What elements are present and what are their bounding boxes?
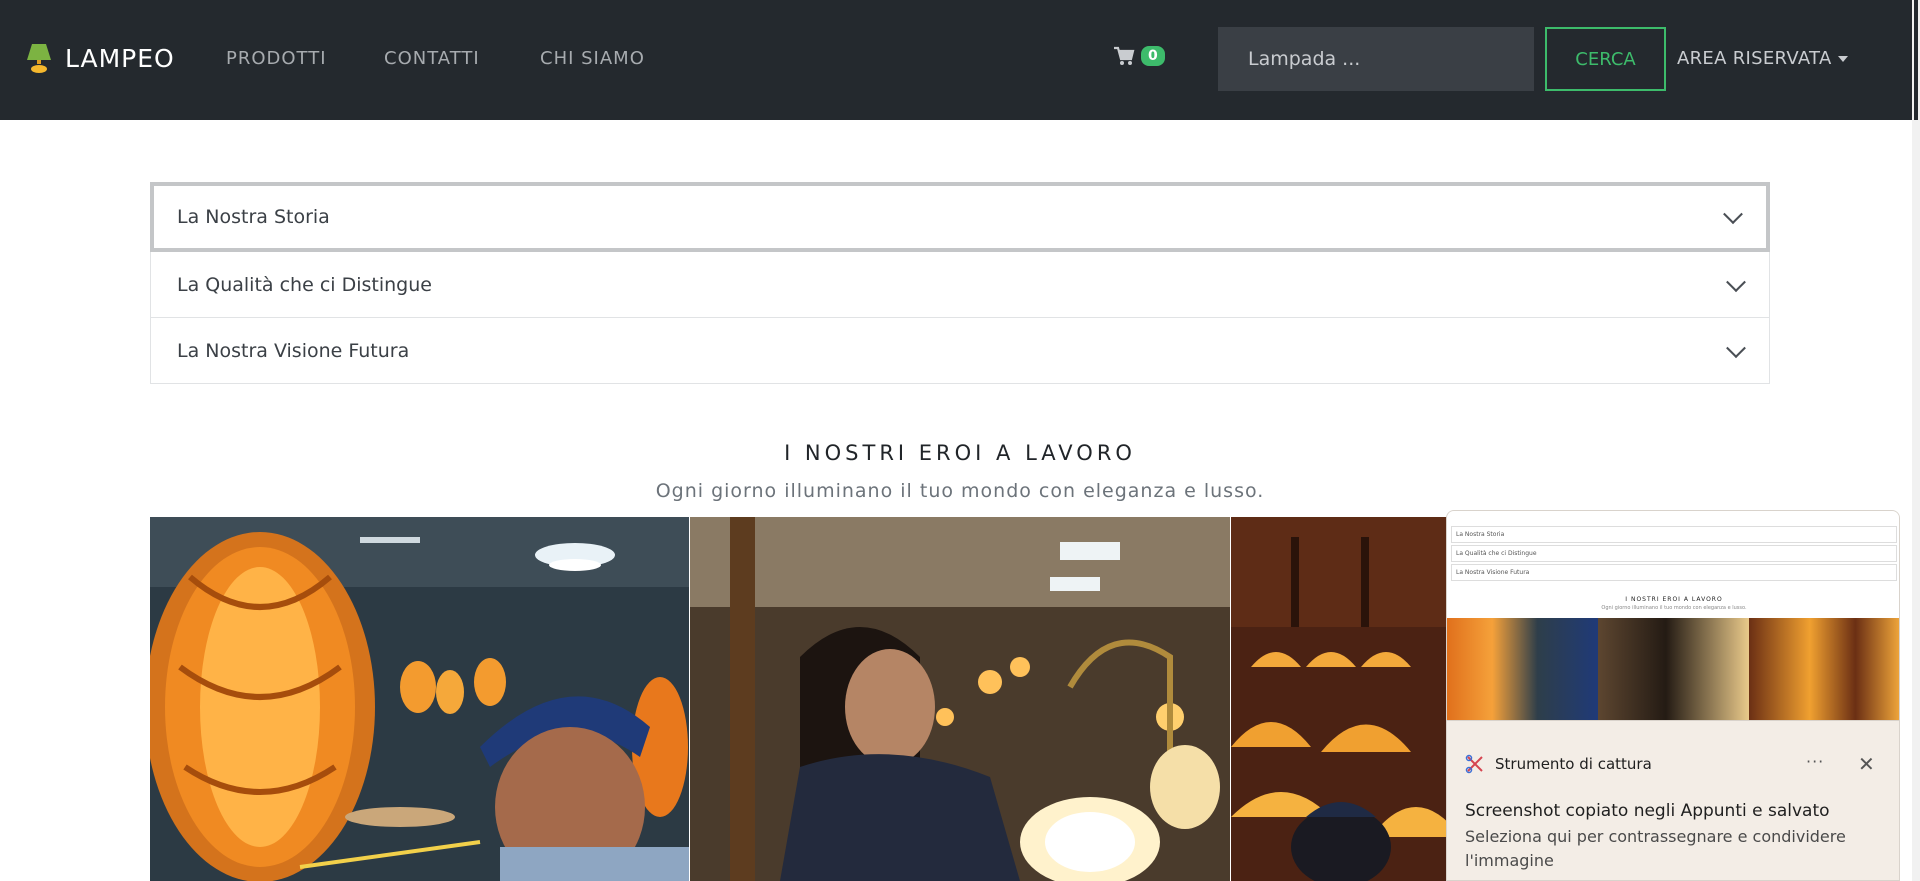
notification-more-options-button[interactable]: ··· [1806,752,1824,771]
preview-heroes-title: I NOSTRI EROI A LAVORO [1625,596,1723,603]
preview-accordion-row: La Qualità che ci Distingue [1451,545,1897,562]
page-scrollbar-thumb[interactable] [1914,0,1918,120]
nav-link-prodotti[interactable]: PRODOTTI [226,48,327,69]
preview-gallery [1447,618,1899,720]
chevron-down-icon [1726,337,1746,358]
brand-logo-link[interactable]: LAMPEO [25,42,175,74]
account-menu-label: AREA RISERVATA [1677,48,1832,69]
preview-photo [1598,618,1749,720]
preview-accordion-row: La Nostra Visione Futura [1451,564,1897,581]
heroes-section-title: I NOSTRI EROI A LAVORO [784,441,1136,465]
accordion-item-title: La Qualità che ci Distingue [177,273,432,296]
account-menu-dropdown[interactable]: AREA RISERVATA [1677,48,1848,69]
cart-link[interactable]: 0 [1113,46,1165,66]
cart-count-badge: 0 [1141,46,1165,66]
accordion-item-title: La Nostra Visione Futura [177,339,410,362]
snipping-tool-notification[interactable]: La Nostra Storia La Qualità che ci Disti… [1446,510,1900,881]
gallery-photo-woman-artisan [690,517,1230,881]
gallery-photo-artisan-lantern [150,517,690,881]
nav-link-contatti[interactable]: CONTATTI [384,48,480,69]
accordion-item-storia[interactable]: La Nostra Storia [150,182,1770,252]
search-button[interactable]: CERCA [1545,27,1666,91]
photo-illustration [150,517,690,881]
caret-down-icon [1837,55,1848,62]
notification-close-button[interactable]: ✕ [1858,752,1875,776]
chevron-down-icon [1726,271,1746,292]
search-input[interactable] [1218,27,1534,91]
about-accordion: La Nostra Storia La Qualità che ci Disti… [150,182,1770,384]
preview-heroes-subtitle: Ogni giorno illuminano il tuo mondo con … [1601,605,1747,611]
accordion-item-qualita[interactable]: La Qualità che ci Distingue [150,252,1770,318]
snipping-tool-icon [1465,754,1483,774]
screenshot-preview-thumbnail[interactable]: La Nostra Storia La Qualità che ci Disti… [1447,511,1899,721]
notification-header: Strumento di cattura [1465,754,1652,774]
accordion-item-title: La Nostra Storia [177,206,330,228]
photo-illustration [690,517,1230,881]
accordion-item-visione[interactable]: La Nostra Visione Futura [150,318,1770,384]
notification-body: Seleziona qui per contrassegnare e condi… [1465,827,1846,870]
notification-app-name: Strumento di cattura [1495,755,1652,773]
preview-photo [1447,618,1598,720]
preview-photo [1749,618,1899,720]
preview-accordion-row: La Nostra Storia [1451,526,1897,543]
notification-title: Screenshot copiato negli Appunti e salva… [1465,801,1830,821]
chevron-down-icon [1723,204,1743,225]
brand-name: LAMPEO [65,43,175,73]
lamp-logo-icon [27,44,51,73]
cart-icon [1114,46,1135,65]
nav-link-chi-siamo[interactable]: CHI SIAMO [540,48,645,69]
heroes-section-subtitle: Ogni giorno illuminano il tuo mondo con … [655,480,1265,502]
navbar: LAMPEO PRODOTTI CONTATTI CHI SIAMO 0 CER… [0,0,1920,120]
